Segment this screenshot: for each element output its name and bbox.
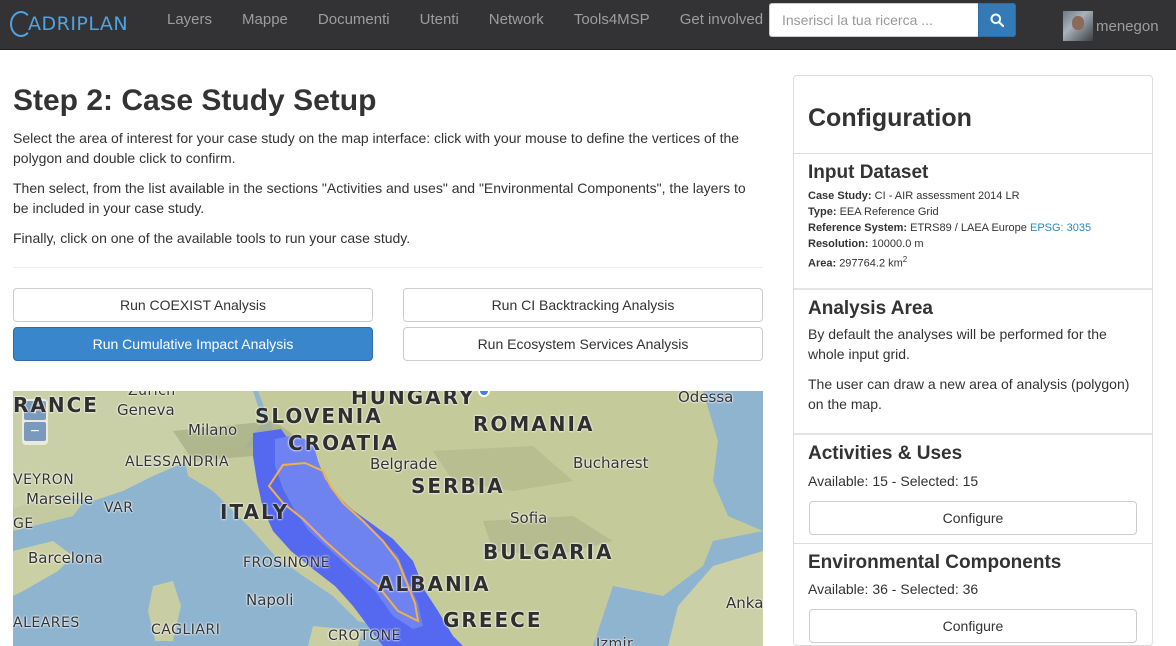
- map-label-ge: GE: [13, 516, 34, 532]
- map-label-albania: ALBANIA: [378, 572, 491, 596]
- map-label-belgrade: Belgrade: [370, 455, 438, 473]
- search-form: [769, 3, 1016, 37]
- search-icon: [990, 13, 1004, 27]
- map-label-ankara: Anka: [726, 594, 763, 612]
- analysis-area-title: Analysis Area: [808, 298, 933, 319]
- map-label-aveyron: VEYRON: [13, 472, 75, 488]
- instructions-paragraph-2: Then select, from the list available in …: [13, 180, 746, 216]
- map-label-baleares: ALEARES: [13, 615, 80, 631]
- resolution-line: Resolution: 10000.0 m: [808, 238, 924, 250]
- environmental-components-section: Environmental Components Available: 36 -…: [794, 543, 1152, 645]
- map-basemap: [13, 391, 763, 646]
- analysis-area-section: Analysis Area By default the analyses wi…: [794, 288, 1152, 434]
- reference-system-line: Reference System: ETRS89 / LAEA Europe E…: [808, 222, 1092, 234]
- nav-item-network[interactable]: Network: [474, 0, 559, 50]
- map-label-france: RANCE: [13, 393, 99, 417]
- activities-uses-status: Available: 15 - Selected: 15: [808, 473, 979, 489]
- input-dataset-title: Input Dataset: [808, 162, 929, 183]
- map-label-zurich: Zurich: [128, 391, 176, 399]
- analysis-area-text-1: By default the analyses will be performe…: [808, 326, 1107, 362]
- type-line: Type: EEA Reference Grid: [808, 206, 939, 218]
- configure-environmental-button[interactable]: Configure: [809, 609, 1137, 643]
- area-line: Area: 297764.2 km2: [808, 255, 908, 270]
- nav-item-get-involved[interactable]: Get involved: [665, 0, 778, 50]
- map-label-croatia: CROATIA: [288, 431, 400, 455]
- zoom-out-button[interactable]: −: [24, 422, 46, 441]
- nav-item-utenti[interactable]: Utenti: [405, 0, 474, 50]
- map-label-marseille: Marseille: [26, 490, 94, 508]
- map-label-milano: Milano: [188, 421, 238, 439]
- instructions-paragraph-3: Finally, click on one of the available t…: [13, 230, 411, 246]
- map-label-odessa: Odessa: [678, 391, 734, 406]
- map-label-geneva: Geneva: [117, 401, 175, 419]
- run-ecosystem-services-button[interactable]: Run Ecosystem Services Analysis: [403, 327, 763, 361]
- run-coexist-button[interactable]: Run COEXIST Analysis: [13, 288, 373, 322]
- map-label-frosinone: FROSINONE: [243, 555, 331, 571]
- map-label-serbia: SERBIA: [411, 474, 505, 498]
- nav-item-documenti[interactable]: Documenti: [303, 0, 405, 50]
- run-cumulative-impact-button[interactable]: Run Cumulative Impact Analysis: [13, 327, 373, 361]
- epsg-link[interactable]: EPSG: 3035: [1030, 222, 1091, 234]
- configure-activities-button[interactable]: Configure: [809, 501, 1137, 535]
- map-label-alessandria: ALESSANDRIA: [125, 454, 230, 470]
- map-label-romania: ROMANIA: [473, 412, 595, 436]
- case-study-line: Case Study: CI - AIR assessment 2014 LR: [808, 190, 1020, 202]
- nav-item-layers[interactable]: Layers: [152, 0, 227, 50]
- nav-item-mappe[interactable]: Mappe: [227, 0, 303, 50]
- instructions-paragraph-1: Select the area of interest for your cas…: [13, 130, 740, 166]
- map-label-crotone: CROTONE: [328, 628, 401, 644]
- user-name: menegon: [1096, 17, 1159, 35]
- top-navbar: ADRIPLAN Layers Mappe Documenti Utenti N…: [0, 0, 1176, 50]
- search-button[interactable]: [978, 3, 1016, 37]
- map-label-greece: GREECE: [443, 608, 543, 632]
- page-title: Step 2: Case Study Setup: [13, 84, 377, 117]
- activities-uses-title: Activities & Uses: [808, 443, 963, 464]
- user-menu[interactable]: menegon: [1063, 11, 1159, 41]
- map-label-var: VAR: [104, 500, 134, 516]
- nav-item-tools4msp[interactable]: Tools4MSP: [559, 0, 665, 50]
- main-nav: Layers Mappe Documenti Utenti Network To…: [152, 0, 778, 50]
- map-label-italy: ITALY: [220, 500, 290, 524]
- map-label-bulgaria: BULGARIA: [483, 540, 614, 564]
- search-input[interactable]: [769, 3, 978, 37]
- environmental-components-status: Available: 36 - Selected: 36: [808, 581, 979, 597]
- input-dataset-section: Input Dataset Case Study: CI - AIR asses…: [794, 153, 1152, 288]
- map-label-sofia: Sofia: [510, 509, 548, 527]
- brand-logo[interactable]: ADRIPLAN: [10, 6, 128, 42]
- environmental-components-title: Environmental Components: [808, 552, 1062, 573]
- configuration-panel: Configuration Input Dataset Case Study: …: [793, 75, 1153, 646]
- configuration-title: Configuration: [808, 104, 972, 132]
- map-label-cagliari: CAGLIARI: [151, 622, 221, 638]
- divider: [13, 267, 763, 268]
- map-label-bucharest: Bucharest: [573, 454, 649, 472]
- map-label-napoli: Napoli: [246, 591, 294, 609]
- map-label-barcelona: Barcelona: [28, 549, 103, 567]
- map-view[interactable]: + − RANCE Zurich Geneva HUNGARY Odessa S…: [13, 391, 763, 646]
- avatar: [1063, 11, 1093, 41]
- run-ci-backtracking-button[interactable]: Run CI Backtracking Analysis: [403, 288, 763, 322]
- analysis-area-text-2: The user can draw a new area of analysis…: [808, 376, 1130, 412]
- map-label-slovenia: SLOVENIA: [255, 404, 383, 428]
- map-label-izmir: Izmir: [596, 636, 634, 646]
- activities-uses-section: Activities & Uses Available: 15 - Select…: [794, 433, 1152, 543]
